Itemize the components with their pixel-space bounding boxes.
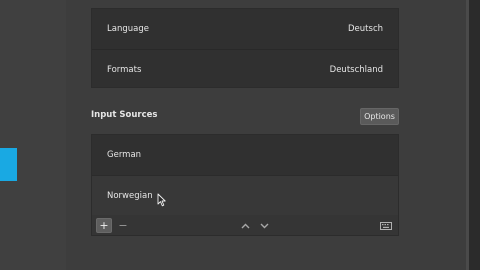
language-label: Language: [107, 24, 149, 34]
input-source-label: Norwegian: [107, 190, 153, 201]
language-row[interactable]: Language Deutsch: [92, 9, 398, 49]
left-margin: [0, 0, 66, 270]
keyboard-icon: [380, 221, 392, 230]
chevron-down-icon: [260, 223, 268, 228]
add-input-source-button[interactable]: +: [96, 218, 112, 233]
input-source-german[interactable]: German: [92, 135, 398, 175]
plus-icon: +: [99, 219, 109, 232]
move-up-button[interactable]: [238, 218, 252, 233]
show-keyboard-layout-button[interactable]: [378, 218, 394, 233]
input-source-label: German: [107, 150, 142, 160]
move-down-button[interactable]: [257, 218, 271, 233]
selected-category-indicator: [0, 148, 17, 181]
formats-row[interactable]: Formats Deutschland: [92, 49, 398, 89]
minus-icon: −: [118, 219, 128, 232]
input-source-norwegian[interactable]: Norwegian: [92, 175, 398, 215]
remove-input-source-button[interactable]: −: [116, 218, 130, 233]
language-value: Deutsch: [348, 24, 383, 34]
right-edge-strip: [469, 0, 480, 270]
region-panel: Language Deutsch Formats Deutschland: [91, 8, 399, 88]
input-sources-heading: Input Sources: [91, 110, 158, 120]
chevron-up-icon: [241, 223, 249, 228]
formats-value: Deutschland: [329, 64, 383, 75]
options-button[interactable]: Options: [360, 108, 399, 125]
formats-label: Formats: [107, 64, 142, 75]
mouse-pointer-icon: [157, 193, 166, 207]
